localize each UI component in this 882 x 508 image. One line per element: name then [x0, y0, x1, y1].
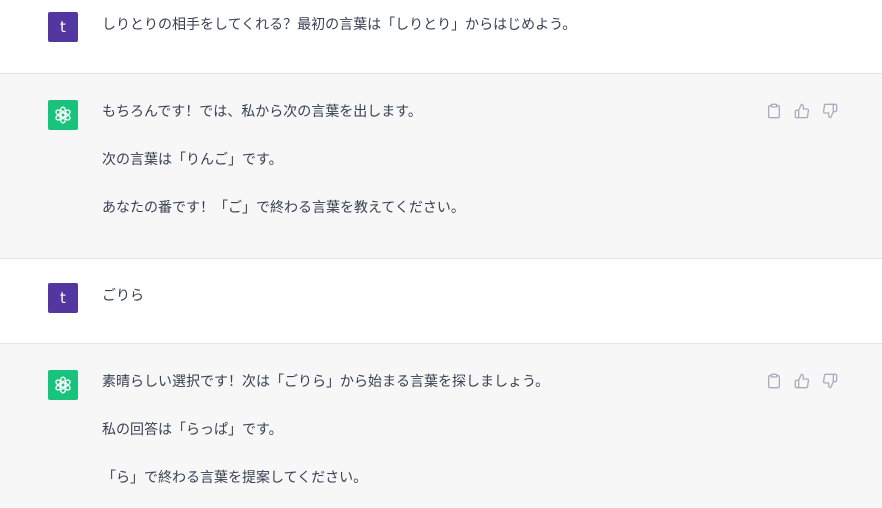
message-paragraph: 次の言葉は「りんご」です。	[102, 152, 283, 168]
thumbs-down-button[interactable]	[821, 102, 839, 120]
thumbs-up-button[interactable]	[793, 102, 811, 120]
thumbs-down-icon	[822, 373, 838, 389]
user-message: ごりら	[102, 286, 762, 306]
thumbs-up-icon	[794, 103, 810, 119]
message-actions	[765, 102, 839, 120]
chat-thread: t しりとりの相手をしてくれる？最初の言葉は「しりとり」からはじめよう。 もちろ…	[0, 0, 882, 508]
message-paragraph: もちろんです！では、私から次の言葉を出します。	[102, 104, 422, 120]
openai-logo-icon	[55, 376, 71, 394]
message-paragraph: しりとりの相手をしてくれる？最初の言葉は「しりとり」からはじめよう。	[102, 17, 577, 33]
assistant-avatar	[48, 370, 78, 400]
user-message: しりとりの相手をしてくれる？最初の言葉は「しりとり」からはじめよう。	[102, 15, 762, 35]
copy-button[interactable]	[765, 102, 783, 120]
user-message-turn: t ごりら	[0, 259, 882, 343]
user-message-turn: t しりとりの相手をしてくれる？最初の言葉は「しりとり」からはじめよう。	[0, 0, 882, 73]
thumbs-down-button[interactable]	[821, 372, 839, 390]
message-paragraph: ごりら	[102, 288, 144, 304]
message-paragraph: 素晴らしい選択です！次は「ごりら」から始まる言葉を探しましょう。	[102, 374, 550, 390]
clipboard-icon	[768, 373, 780, 389]
thumbs-up-icon	[794, 373, 810, 389]
message-paragraph: あなたの番です！「ご」で終わる言葉を教えてください。	[102, 200, 465, 216]
message-actions	[765, 372, 839, 390]
assistant-message: 素晴らしい選択です！次は「ごりら」から始まる言葉を探しましょう。 私の回答は「ら…	[102, 372, 762, 488]
assistant-message-turn: もちろんです！では、私から次の言葉を出します。 次の言葉は「りんご」です。 あな…	[0, 73, 882, 259]
assistant-message: もちろんです！では、私から次の言葉を出します。 次の言葉は「りんご」です。 あな…	[102, 102, 762, 218]
assistant-message-turn: 素晴らしい選択です！次は「ごりら」から始まる言葉を探しましょう。 私の回答は「ら…	[0, 343, 882, 508]
message-paragraph: 私の回答は「らっぱ」です。	[102, 422, 283, 438]
thumbs-down-icon	[822, 103, 838, 119]
user-avatar: t	[48, 12, 78, 42]
user-avatar: t	[48, 283, 78, 313]
message-paragraph: 「ら」で終わる言葉を提案してください。	[102, 470, 368, 486]
copy-button[interactable]	[765, 372, 783, 390]
assistant-avatar	[48, 100, 78, 130]
openai-logo-icon	[55, 106, 71, 124]
clipboard-icon	[768, 103, 780, 119]
thumbs-up-button[interactable]	[793, 372, 811, 390]
